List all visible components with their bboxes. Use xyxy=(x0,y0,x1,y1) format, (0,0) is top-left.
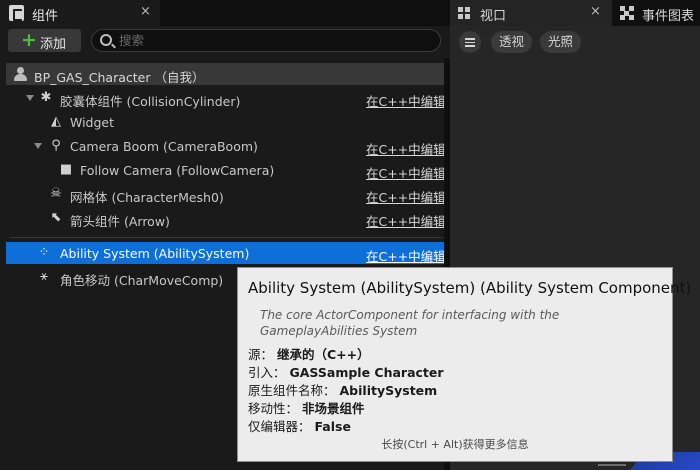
close-icon[interactable]: × xyxy=(590,4,601,19)
component-name: Camera Boom (CameraBoom) xyxy=(70,139,258,154)
add-button-label: 添加 xyxy=(40,37,67,52)
viewport-tabbar: 视口 × 事件图表 xyxy=(450,0,700,26)
component-name: Ability System (AbilitySystem) xyxy=(60,246,250,261)
tooltip-field-native-name: 原生组件名称： AbilitySystem xyxy=(248,383,438,398)
tab-viewport[interactable]: 视口 × xyxy=(450,0,612,26)
tab-components[interactable]: 组件 × xyxy=(0,0,160,26)
tooltip-hint: 长按(Ctrl + Alt)获得更多信息 xyxy=(381,438,529,451)
actor-icon xyxy=(13,67,27,81)
event-graph-icon xyxy=(620,6,634,20)
edit-in-cpp-link[interactable]: 在C++中编辑 xyxy=(366,187,446,206)
component-row-arrow[interactable]: ⬉ 箭头组件 (Arrow) 在C++中编辑 xyxy=(6,207,446,230)
perspective-button[interactable]: 透视 xyxy=(491,31,532,53)
root-component-row[interactable]: BP_GAS_Character （自我） xyxy=(6,63,444,85)
capsule-icon: ✱ xyxy=(40,90,52,105)
component-name: 箭头组件 (Arrow) xyxy=(70,214,170,229)
tooltip-field-introduced: 引入： GASSample Character xyxy=(248,365,444,380)
component-row-camera-boom[interactable]: ⚲ Camera Boom (CameraBoom) 在C++中编辑 xyxy=(6,135,446,158)
search-input[interactable] xyxy=(119,32,419,49)
expand-arrow-icon[interactable] xyxy=(34,143,42,149)
root-component-label: BP_GAS_Character （自我） xyxy=(34,70,205,85)
widget-icon: ◭ xyxy=(51,114,61,129)
close-icon[interactable]: × xyxy=(140,4,151,19)
add-component-button[interactable]: + 添加 xyxy=(8,29,81,52)
components-tabbar: 组件 × xyxy=(0,0,450,26)
tooltip-title: Ability System (AbilitySystem) (Ability … xyxy=(248,279,692,297)
ability-system-icon: ⁘ xyxy=(38,245,50,260)
component-name: Follow Camera (FollowCamera) xyxy=(80,163,275,178)
tooltip-description: The core ActorComponent for interfacing … xyxy=(260,308,560,338)
edit-in-cpp-link[interactable]: 在C++中编辑 xyxy=(366,91,446,110)
edit-in-cpp-link[interactable]: 在C++中编辑 xyxy=(366,246,446,265)
skeleton-icon: ☠ xyxy=(50,186,62,201)
component-name: Widget xyxy=(70,115,115,130)
component-name: 胶囊体组件 (CollisionCylinder) xyxy=(60,94,241,109)
tooltip-field-mobility: 移动性： 非场景组件 xyxy=(248,401,365,416)
edit-in-cpp-link[interactable]: 在C++中编辑 xyxy=(366,139,446,158)
component-row-character-mesh[interactable]: ☠ 网格体 (CharacterMesh0) 在C++中编辑 xyxy=(6,183,446,206)
tab-viewport-label: 视口 xyxy=(480,9,507,24)
viewport-tab-icon xyxy=(458,7,471,19)
tab-components-label: 组件 xyxy=(32,9,59,24)
component-row-follow-camera[interactable]: ■ Follow Camera (FollowCamera) 在C++中编辑 xyxy=(6,159,446,182)
viewport-options-button[interactable] xyxy=(459,31,481,53)
components-tab-icon xyxy=(9,5,24,21)
divider xyxy=(10,237,442,238)
tab-event-graph[interactable]: 事件图表 xyxy=(616,0,700,26)
expand-arrow-icon[interactable] xyxy=(26,95,34,101)
component-tooltip: Ability System (AbilitySystem) (Ability … xyxy=(237,267,691,462)
search-icon xyxy=(100,34,112,46)
tooltip-field-source: 源： 继承的（C++） xyxy=(248,347,370,362)
component-name: 网格体 (CharacterMesh0) xyxy=(70,190,224,205)
search-box xyxy=(91,29,441,52)
tab-event-graph-label: 事件图表 xyxy=(642,9,695,24)
component-row-widget[interactable]: ◭ Widget xyxy=(6,111,444,133)
lighting-button[interactable]: 光照 xyxy=(540,31,581,53)
plus-icon: + xyxy=(21,29,37,51)
edit-in-cpp-link[interactable]: 在C++中编辑 xyxy=(366,163,446,182)
component-name: 角色移动 (CharMoveComp) xyxy=(60,273,224,288)
edit-in-cpp-link[interactable]: 在C++中编辑 xyxy=(366,211,446,230)
tooltip-field-editor-only: 仅编辑器： False xyxy=(248,419,351,434)
character-movement-icon: ⚹ xyxy=(40,269,48,284)
component-row-collision-cylinder[interactable]: ✱ 胶囊体组件 (CollisionCylinder) 在C++中编辑 xyxy=(6,87,446,110)
arrow-icon: ⬉ xyxy=(50,210,62,225)
viewport-grid-line xyxy=(598,464,626,466)
camera-icon: ■ xyxy=(59,162,73,177)
camera-boom-icon: ⚲ xyxy=(51,138,61,153)
component-row-ability-system[interactable]: ⁘ Ability System (AbilitySystem) 在C++中编辑 xyxy=(6,242,446,265)
